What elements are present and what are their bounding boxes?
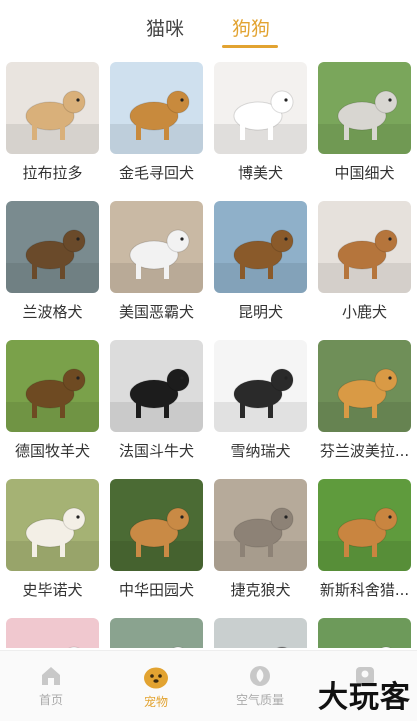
breed-name: 金毛寻回犬 — [118, 164, 194, 182]
breed-card[interactable]: 美国恶霸犬 — [110, 201, 203, 331]
breed-photo — [214, 479, 307, 571]
nav-pets[interactable]: 宠物 — [116, 659, 196, 710]
breed-card[interactable] — [6, 618, 99, 648]
breed-card[interactable]: 昆明犬 — [214, 201, 307, 331]
nav-air-quality[interactable]: 空气质量 — [220, 659, 300, 708]
breed-card[interactable]: 德国牧羊犬 — [6, 340, 99, 470]
breed-photo — [6, 201, 99, 293]
breed-photo — [110, 201, 203, 293]
breed-card[interactable] — [214, 618, 307, 648]
breed-name: 中国细犬 — [334, 164, 395, 182]
breed-card[interactable]: 芬兰波美拉... — [318, 340, 411, 470]
breed-name: 小鹿犬 — [341, 303, 387, 321]
breed-card[interactable]: 新斯科舍猎... — [318, 479, 411, 609]
breed-photo — [6, 479, 99, 571]
breed-photo — [110, 618, 203, 648]
breed-photo — [110, 62, 203, 154]
nav-air-quality-label: 空气质量 — [235, 693, 284, 707]
breed-name: 捷克狼犬 — [230, 581, 291, 599]
pet-icon — [144, 667, 168, 689]
breed-card[interactable]: 兰波格犬 — [6, 201, 99, 331]
breed-name: 雪纳瑞犬 — [230, 442, 291, 460]
home-icon — [42, 667, 60, 685]
tab-cats[interactable]: 猫咪 — [146, 14, 184, 41]
breed-photo — [214, 618, 307, 648]
breed-photo — [318, 479, 411, 571]
nav-home-label: 首页 — [38, 693, 63, 707]
breed-card[interactable]: 小鹿犬 — [318, 201, 411, 331]
breed-photo — [110, 479, 203, 571]
breed-name: 昆明犬 — [237, 303, 283, 321]
breed-card[interactable]: 捷克狼犬 — [214, 479, 307, 609]
breed-photo — [6, 340, 99, 432]
nav-pets-label: 宠物 — [143, 695, 168, 709]
breed-name: 兰波格犬 — [22, 303, 83, 321]
breed-name: 中华田园犬 — [118, 581, 194, 599]
active-tab-indicator — [222, 45, 278, 48]
breed-name: 法国斗牛犬 — [118, 442, 194, 460]
breed-card[interactable] — [110, 618, 203, 648]
breed-photo — [214, 201, 307, 293]
breed-photo — [318, 618, 411, 648]
breed-photo — [110, 340, 203, 432]
breed-photo — [6, 62, 99, 154]
breed-grid: 拉布拉多 金毛寻回犬 博美犬 中国细犬兰波格犬 美国恶霸犬 昆明犬 小鹿犬德国牧羊犬 法国斗牛… — [0, 62, 417, 648]
tab-dogs[interactable]: 狗狗 — [232, 14, 270, 41]
breed-name: 博美犬 — [237, 164, 283, 182]
breed-photo — [318, 201, 411, 293]
nav-home[interactable]: 首页 — [11, 659, 91, 708]
breed-card[interactable]: 中华田园犬 — [110, 479, 203, 609]
breed-card[interactable]: 博美犬 — [214, 62, 307, 192]
breed-card[interactable]: 金毛寻回犬 — [110, 62, 203, 192]
breed-name: 德国牧羊犬 — [14, 442, 90, 460]
breed-name: 史毕诺犬 — [22, 581, 83, 599]
breed-photo — [214, 62, 307, 154]
breed-name: 美国恶霸犬 — [118, 303, 194, 321]
watermark-logo: 大玩客 — [318, 680, 411, 715]
breed-card[interactable]: 法国斗牛犬 — [110, 340, 203, 470]
breed-name: 拉布拉多 — [22, 164, 83, 182]
top-tab-bar: 猫咪 狗狗 — [0, 0, 417, 60]
breed-card[interactable]: 中国细犬 — [318, 62, 411, 192]
leaf-icon — [250, 666, 270, 686]
breed-name: 芬兰波美拉... — [319, 442, 410, 460]
breed-name: 新斯科舍猎... — [319, 581, 410, 599]
breed-photo — [318, 62, 411, 154]
breed-photo — [318, 340, 411, 432]
breed-photo — [6, 618, 99, 648]
breed-card[interactable]: 史毕诺犬 — [6, 479, 99, 609]
breed-card[interactable] — [318, 618, 411, 648]
breed-photo — [214, 340, 307, 432]
breed-card[interactable]: 雪纳瑞犬 — [214, 340, 307, 470]
breed-card[interactable]: 拉布拉多 — [6, 62, 99, 192]
